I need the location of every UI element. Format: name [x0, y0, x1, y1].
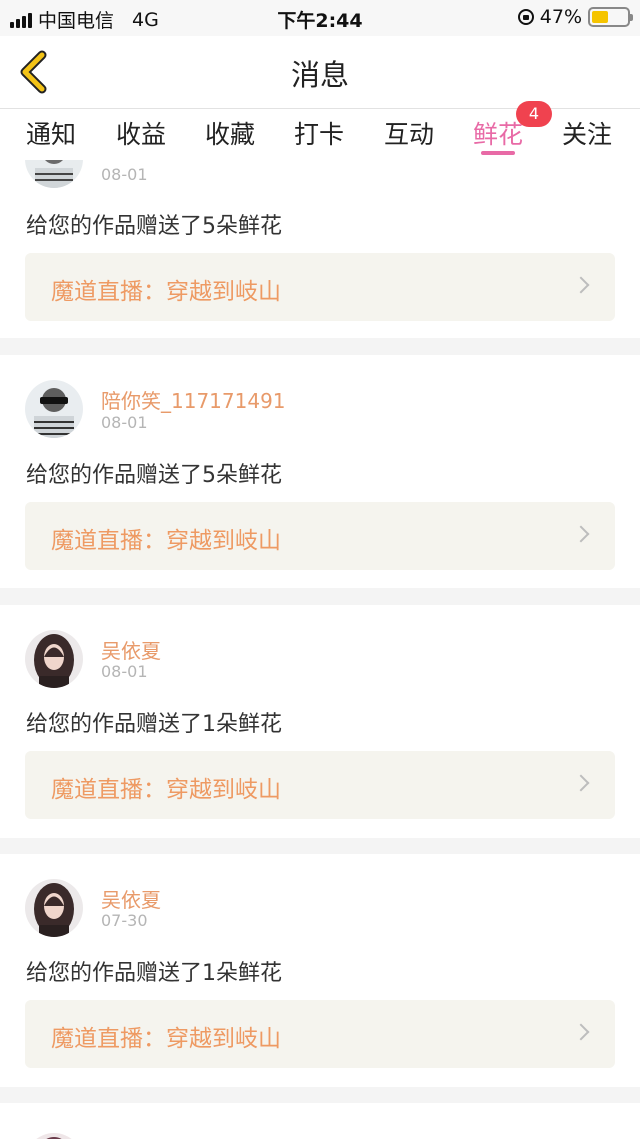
tab-flowers[interactable]: 鲜花: [473, 115, 523, 151]
work-link[interactable]: 魔道直播：穿越到岐山: [25, 751, 615, 819]
username[interactable]: 吴依夏: [101, 884, 161, 913]
avatar[interactable]: [25, 1133, 83, 1139]
gift-date: 08-01: [101, 413, 148, 432]
chevron-right-icon: [572, 276, 590, 294]
work-title: 魔道直播：穿越到岐山: [51, 528, 281, 554]
avatar[interactable]: [25, 160, 83, 188]
tab-earnings[interactable]: 收益: [116, 115, 166, 151]
work-title: 魔道直播：穿越到岐山: [51, 777, 281, 803]
gift-message: 给您的作品赠送了5朵鲜花: [26, 463, 282, 488]
tab-following[interactable]: 关注: [562, 115, 612, 151]
chevron-right-icon: [572, 525, 590, 543]
work-link[interactable]: 魔道直播：穿越到岐山: [25, 1000, 615, 1068]
avatar[interactable]: [25, 630, 83, 688]
nav-bar: 消息: [0, 36, 640, 108]
list-item: 吴依夏 08-01 给您的作品赠送了1朵鲜花 魔道直播：穿越到岐山: [0, 605, 640, 838]
tab-checkin[interactable]: 打卡: [294, 115, 344, 151]
status-bar: 中国电信 4G 下午2:44 47%: [0, 0, 640, 36]
gift-message: 给您的作品赠送了5朵鲜花: [26, 214, 282, 239]
list-item: 陪你笑_117171491 08-01 给您的作品赠送了5朵鲜花 魔道直播：穿越…: [0, 355, 640, 588]
gift-date: 08-01: [101, 165, 148, 184]
orientation-lock-icon: [517, 9, 534, 25]
avatar[interactable]: [25, 879, 83, 937]
chevron-right-icon: [572, 1023, 590, 1041]
work-title: 魔道直播：穿越到岐山: [51, 1026, 281, 1052]
battery-icon: [588, 7, 633, 27]
status-right: 47%: [517, 6, 633, 28]
flowers-count-badge: 4: [516, 101, 552, 127]
work-title: 魔道直播：穿越到岐山: [51, 279, 281, 305]
username[interactable]: 陪你笑_117171491: [101, 385, 286, 414]
tab-favorites[interactable]: 收藏: [205, 115, 255, 151]
list-item: 吴依夏 07-30 给您的作品赠送了1朵鲜花 魔道直播：穿越到岐山: [0, 854, 640, 1087]
work-link[interactable]: 魔道直播：穿越到岐山: [25, 253, 615, 321]
flower-message-feed[interactable]: 08-01 给您的作品赠送了5朵鲜花 魔道直播：穿越到岐山 陪你笑_117171…: [0, 160, 640, 1139]
active-tab-indicator: [481, 151, 515, 155]
gift-message: 给您的作品赠送了1朵鲜花: [26, 712, 282, 737]
chevron-right-icon: [572, 774, 590, 792]
page-title: 消息: [290, 58, 349, 92]
gift-date: 08-01: [101, 662, 148, 681]
username[interactable]: 吴依夏: [101, 635, 161, 664]
battery-percent: 47%: [539, 6, 582, 28]
gift-message: 给您的作品赠送了1朵鲜花: [26, 961, 282, 986]
list-item: 08-01 给您的作品赠送了5朵鲜花 魔道直播：穿越到岐山: [0, 160, 640, 338]
list-item: [0, 1103, 640, 1139]
tab-interaction[interactable]: 互动: [384, 115, 434, 151]
work-link[interactable]: 魔道直播：穿越到岐山: [25, 502, 615, 570]
avatar[interactable]: [25, 380, 83, 438]
gift-date: 07-30: [101, 911, 148, 930]
tab-notice[interactable]: 通知: [26, 115, 76, 151]
